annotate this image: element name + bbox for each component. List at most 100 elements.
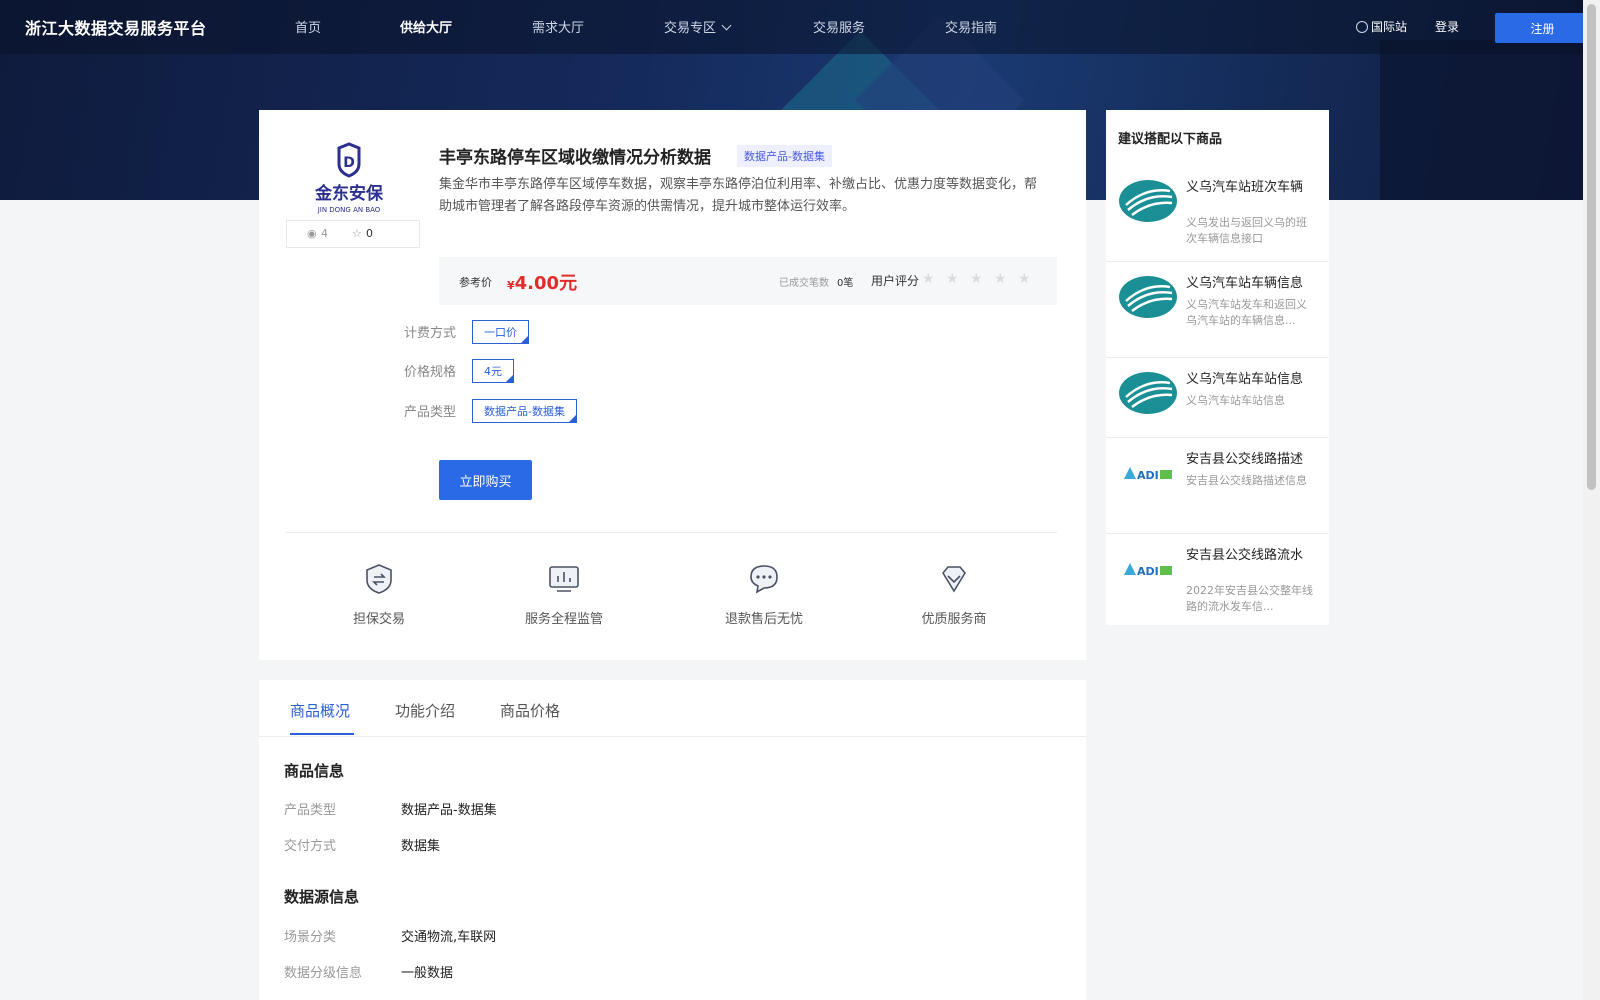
tab-active-indicator bbox=[290, 733, 354, 735]
view-count: 4 bbox=[321, 227, 328, 240]
recommend-item-desc: 2022年安吉县公交整年线路的流水发车信... bbox=[1186, 584, 1313, 613]
feature-label: 担保交易 bbox=[352, 612, 405, 627]
logo-text-cn: 金东安保 bbox=[314, 183, 384, 204]
jindong-anbao-logo: D 金东安保 JIN DONG AN BAO bbox=[314, 142, 384, 214]
price-amount: 4.00元 bbox=[514, 273, 578, 294]
recommend-item[interactable]: ADI 安吉县公交线路流水 2022年安吉县公交整年线路的流水发车信... bbox=[1106, 533, 1329, 629]
price-label: 参考价 bbox=[459, 276, 492, 289]
info-key: 场景分类 bbox=[284, 930, 337, 945]
info-key: 数据分级信息 bbox=[284, 966, 363, 981]
deals-count: 0笔 bbox=[837, 278, 854, 289]
product-card: D 金东安保 JIN DONG AN BAO ◉ 4 ☆ 0 丰亭东路停车区域收… bbox=[259, 110, 1086, 660]
feature-supervision: 服务全程监管 bbox=[509, 562, 619, 627]
recommend-item[interactable]: 义乌汽车站车辆信息 义乌汽车站发车和返回义乌汽车站的车辆信息... bbox=[1106, 261, 1329, 358]
eye-icon: ◉ bbox=[307, 227, 317, 240]
rating-star-icon[interactable]: ★ bbox=[994, 271, 1007, 287]
recommend-item-desc: 义乌汽车站发车和返回义乌汽车站的车辆信息... bbox=[1186, 298, 1307, 327]
rating-star-icon[interactable]: ★ bbox=[946, 271, 959, 287]
details-card: 商品概况 功能介绍 商品价格 商品信息 产品类型 数据产品-数据集 交付方式 数… bbox=[259, 680, 1086, 1000]
adi-logo: ADI bbox=[1124, 563, 1172, 578]
nav-item-label: 交易专区 bbox=[664, 21, 717, 36]
recommend-item-name: 义乌汽车站车辆信息 bbox=[1186, 276, 1304, 291]
deals-label: 已成交笔数 bbox=[779, 278, 829, 289]
section-title-data-source: 数据源信息 bbox=[284, 888, 360, 906]
logo-text-en: JIN DONG AN BAO bbox=[317, 206, 381, 214]
globe-icon bbox=[1356, 21, 1368, 33]
rating-star-icon[interactable]: ★ bbox=[970, 271, 983, 287]
feature-refund: 退款售后无忧 bbox=[709, 562, 819, 627]
chat-bubble-icon bbox=[750, 565, 778, 594]
price-value: ¥4.00元 bbox=[507, 269, 577, 295]
feature-label: 优质服务商 bbox=[921, 612, 987, 627]
product-description: 集金华市丰亭东路停车区域停车数据，观察丰亭东路停泊位利用率、补缴占比、优惠力度等… bbox=[439, 177, 1038, 214]
login-link[interactable]: 登录 bbox=[1435, 18, 1459, 35]
nav-item-demand[interactable]: 需求大厅 bbox=[532, 17, 584, 36]
price-box: 参考价 ¥4.00元 已成交笔数 0笔 用户评分 ★ ★ ★ ★ ★ bbox=[439, 257, 1057, 305]
info-value: 交通物流,车联网 bbox=[401, 930, 497, 945]
page-scrollbar[interactable] bbox=[1583, 0, 1600, 1000]
product-stats: ◉ 4 ☆ 0 bbox=[286, 220, 420, 248]
recommend-panel: 建议搭配以下商品 义乌汽车站班次车辆 义乌发出与返回义乌的班次车辆信息接口 义乌… bbox=[1106, 110, 1329, 625]
rating-star-icon[interactable]: ★ bbox=[922, 271, 935, 287]
tab-overview[interactable]: 商品概况 bbox=[290, 700, 350, 721]
divider bbox=[286, 532, 1057, 533]
info-value: 数据产品-数据集 bbox=[401, 803, 497, 818]
type-option[interactable]: 数据产品-数据集 bbox=[472, 399, 577, 423]
feature-label: 退款售后无忧 bbox=[724, 612, 803, 627]
register-button[interactable]: 注册 bbox=[1495, 13, 1590, 43]
star-outline-icon[interactable]: ☆ bbox=[352, 227, 362, 240]
product-title: 丰亭东路停车区域收缴情况分析数据 bbox=[439, 148, 711, 168]
product-tag: 数据产品-数据集 bbox=[737, 145, 832, 167]
type-label: 产品类型 bbox=[404, 405, 457, 420]
billing-option[interactable]: 一口价 bbox=[472, 320, 529, 344]
spec-option[interactable]: 4元 bbox=[472, 359, 514, 383]
recommend-item[interactable]: 义乌汽车站车站信息 义乌汽车站车站信息 bbox=[1106, 357, 1329, 438]
recommend-item-name: 安吉县公交线路描述 bbox=[1186, 452, 1304, 467]
hero-decor-shape bbox=[1380, 40, 1600, 200]
brand-title[interactable]: 浙江大数据交易服务平台 bbox=[25, 15, 207, 39]
info-value: 数据集 bbox=[401, 839, 441, 854]
feature-label: 服务全程监管 bbox=[524, 612, 603, 627]
top-nav: 浙江大数据交易服务平台 首页 供给大厅 需求大厅 交易专区 交易服务 交易指南 … bbox=[0, 0, 1600, 54]
recommend-item[interactable]: 义乌汽车站班次车辆 义乌发出与返回义乌的班次车辆信息接口 bbox=[1106, 165, 1329, 262]
diamond-icon bbox=[942, 566, 966, 593]
nav-item-supply[interactable]: 供给大厅 bbox=[400, 17, 452, 36]
nav-item-home[interactable]: 首页 bbox=[295, 17, 321, 36]
svg-text:ADI: ADI bbox=[1137, 565, 1159, 578]
tab-pricing[interactable]: 商品价格 bbox=[500, 700, 560, 721]
recommend-item-name: 义乌汽车站班次车辆 bbox=[1186, 180, 1304, 195]
monitor-chart-icon bbox=[549, 566, 579, 592]
feature-quality: 优质服务商 bbox=[909, 562, 999, 627]
nav-item-trade-service[interactable]: 交易服务 bbox=[813, 17, 865, 36]
recommend-item-name: 安吉县公交线路流水 bbox=[1186, 548, 1304, 563]
bus-station-logo bbox=[1119, 180, 1177, 222]
shield-exchange-icon bbox=[366, 564, 392, 594]
info-value: 一般数据 bbox=[401, 966, 454, 981]
svg-text:D: D bbox=[343, 155, 355, 171]
scrollbar-thumb[interactable] bbox=[1587, 4, 1596, 490]
currency-symbol: ¥ bbox=[507, 279, 515, 292]
buy-now-button[interactable]: 立即购买 bbox=[439, 460, 532, 500]
svg-text:ADI: ADI bbox=[1137, 469, 1159, 482]
favorite-count: 0 bbox=[366, 227, 373, 240]
rating-star-icon[interactable]: ★ bbox=[1018, 271, 1031, 287]
bus-station-logo bbox=[1119, 372, 1177, 414]
bus-station-logo bbox=[1119, 276, 1177, 318]
rating-label: 用户评分 bbox=[871, 274, 920, 288]
billing-label: 计费方式 bbox=[404, 326, 457, 341]
nav-item-trade-zone[interactable]: 交易专区 bbox=[664, 17, 732, 36]
recommend-item-desc: 义乌汽车站车站信息 bbox=[1186, 394, 1285, 407]
feature-guarantee: 担保交易 bbox=[339, 562, 419, 627]
recommend-item-desc: 安吉县公交线路描述信息 bbox=[1186, 474, 1307, 487]
section-title-product-info: 商品信息 bbox=[284, 762, 345, 780]
spec-label: 价格规格 bbox=[404, 365, 457, 380]
recommend-item[interactable]: ADI 安吉县公交线路描述 安吉县公交线路描述信息 bbox=[1106, 437, 1329, 534]
nav-item-trade-guide[interactable]: 交易指南 bbox=[945, 17, 997, 36]
recommend-item-desc: 义乌发出与返回义乌的班次车辆信息接口 bbox=[1186, 216, 1307, 245]
adi-logo: ADI bbox=[1124, 467, 1172, 482]
tab-features[interactable]: 功能介绍 bbox=[395, 700, 455, 721]
intl-site-link[interactable]: 国际站 bbox=[1371, 18, 1407, 35]
recommend-title: 建议搭配以下商品 bbox=[1118, 132, 1223, 147]
recommend-item-name: 义乌汽车站车站信息 bbox=[1186, 372, 1304, 387]
info-key: 交付方式 bbox=[284, 839, 337, 854]
